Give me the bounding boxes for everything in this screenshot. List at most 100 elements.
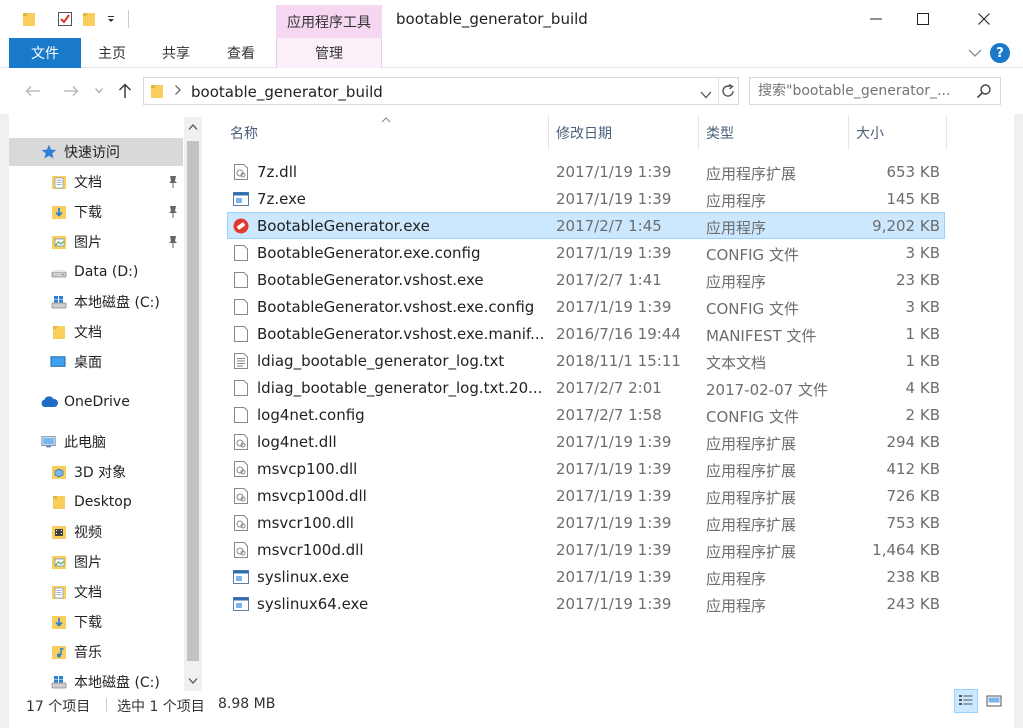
tab-share[interactable]: 共享: [149, 38, 203, 68]
nav-item-downloads[interactable]: 下载: [9, 198, 183, 226]
nav-item-label: 文档: [74, 175, 102, 191]
search-box[interactable]: [749, 77, 1001, 105]
nav-item-music[interactable]: 音乐: [9, 638, 183, 666]
app-tools-context-tab[interactable]: 应用程序工具: [276, 5, 382, 38]
nav-item-folder-documents[interactable]: 文档: [9, 318, 183, 346]
nav-item-desktop-folder[interactable]: Desktop: [9, 488, 183, 516]
file-row[interactable]: msvcp100d.dll 2017/1/19 1:39 应用程序扩展 726 …: [227, 482, 945, 509]
pin-icon[interactable]: [167, 235, 179, 249]
file-row[interactable]: syslinux64.exe 2017/1/19 1:39 应用程序 243 K…: [227, 590, 945, 617]
search-input[interactable]: [758, 82, 968, 100]
column-header-type[interactable]: 类型: [706, 116, 848, 150]
nav-quick-access[interactable]: 快速访问: [9, 138, 183, 166]
file-row[interactable]: msvcr100.dll 2017/1/19 1:39 应用程序扩展 753 K…: [227, 509, 945, 536]
nav-item-pictures[interactable]: 图片: [9, 228, 183, 256]
tab-view[interactable]: 查看: [214, 38, 268, 68]
pin-icon[interactable]: [167, 175, 179, 189]
file-row[interactable]: ldiag_bootable_generator_log.txt.20... 2…: [227, 374, 945, 401]
recent-locations-button[interactable]: [92, 80, 106, 102]
file-row[interactable]: BootableGenerator.vshost.exe 2017/2/7 1:…: [227, 266, 945, 293]
help-button[interactable]: ?: [990, 43, 1010, 63]
tab-home[interactable]: 主页: [85, 38, 139, 68]
nav-item-this-pc[interactable]: 此电脑: [9, 428, 183, 456]
file-date: 2017/1/19 1:39: [556, 433, 672, 451]
chevron-down-icon: [700, 91, 712, 99]
file-name: BootableGenerator.exe.config: [257, 244, 481, 262]
file-row[interactable]: BootableGenerator.vshost.exe.manif... 20…: [227, 320, 945, 347]
search-icon[interactable]: [976, 83, 992, 103]
file-row[interactable]: BootableGenerator.exe.config 2017/1/19 1…: [227, 239, 945, 266]
breadcrumb[interactable]: bootable_generator_build: [191, 83, 383, 101]
file-name: ldiag_bootable_generator_log.txt.20...: [257, 379, 543, 397]
file-row[interactable]: 7z.exe 2017/1/19 1:39 应用程序 145 KB: [227, 185, 945, 212]
column-divider[interactable]: [548, 116, 549, 150]
window-title: bootable_generator_build: [396, 10, 588, 28]
file-type: 应用程序: [706, 192, 767, 210]
file-row-selected[interactable]: BootableGenerator.exe 2017/2/7 1:45 应用程序…: [227, 212, 945, 239]
column-header-name[interactable]: 名称: [230, 116, 548, 150]
maximize-button[interactable]: [900, 0, 946, 38]
file-type: 文本文档: [706, 354, 767, 372]
tab-manage[interactable]: 管理: [276, 38, 382, 68]
file-name: log4net.dll: [257, 433, 337, 451]
address-dropdown-button[interactable]: [700, 87, 712, 103]
help-icon: ?: [996, 45, 1004, 61]
refresh-button[interactable]: [720, 83, 736, 103]
pictures-icon: [51, 234, 67, 250]
customize-toolbar-icon[interactable]: [102, 10, 120, 28]
nav-scrollbar-thumb[interactable]: [187, 141, 199, 661]
scroll-up-icon[interactable]: [188, 123, 198, 131]
status-bar: 17 个项目 选中 1 个项目 8.98 MB: [9, 692, 1014, 718]
tab-file[interactable]: 文件: [9, 38, 81, 68]
address-bar[interactable]: bootable_generator_build: [143, 77, 739, 105]
column-divider[interactable]: [946, 116, 947, 150]
selected-size: 8.98 MB: [218, 696, 276, 712]
file-row[interactable]: log4net.config 2017/2/7 1:58 CONFIG 文件 2…: [227, 401, 945, 428]
back-button[interactable]: [22, 80, 44, 102]
file-row[interactable]: ldiag_bootable_generator_log.txt 2018/11…: [227, 347, 945, 374]
column-header-date[interactable]: 修改日期: [556, 116, 698, 150]
up-button[interactable]: [114, 80, 136, 102]
minimize-button[interactable]: [853, 0, 899, 38]
file-date: 2017/2/7 1:58: [556, 406, 662, 424]
forward-button[interactable]: [60, 80, 82, 102]
file-row[interactable]: msvcr100d.dll 2017/1/19 1:39 应用程序扩展 1,46…: [227, 536, 945, 563]
arrow-up-icon: [119, 83, 131, 98]
nav-item-pc-pictures[interactable]: 图片: [9, 548, 183, 576]
file-row[interactable]: log4net.dll 2017/1/19 1:39 应用程序扩展 294 KB: [227, 428, 945, 455]
nav-item-desktop[interactable]: 桌面: [9, 348, 183, 376]
nav-item-pc-documents[interactable]: 文档: [9, 578, 183, 606]
new-folder-icon[interactable]: [80, 10, 98, 28]
column-header-size[interactable]: 大小: [856, 116, 946, 150]
file-row[interactable]: 7z.dll 2017/1/19 1:39 应用程序扩展 653 KB: [227, 158, 945, 185]
large-icons-view-button[interactable]: [982, 689, 1006, 713]
nav-item-3d-objects[interactable]: 3D 对象: [9, 458, 183, 486]
quick-access-toolbar: [20, 9, 129, 29]
file-type: CONFIG 文件: [706, 246, 799, 264]
nav-item-documents[interactable]: 文档: [9, 168, 183, 196]
file-row[interactable]: syslinux.exe 2017/1/19 1:39 应用程序 238 KB: [227, 563, 945, 590]
expand-ribbon-button[interactable]: [965, 45, 985, 61]
details-view-button[interactable]: [954, 689, 978, 713]
nav-item-videos[interactable]: 视频: [9, 518, 183, 546]
file-type: 应用程序扩展: [706, 435, 797, 453]
dll-icon: [234, 434, 248, 450]
breadcrumb-chevron-icon[interactable]: [174, 84, 182, 100]
nav-item-pc-local-disk-c[interactable]: 本地磁盘 (C:): [9, 668, 183, 692]
pin-icon[interactable]: [167, 205, 179, 219]
file-row[interactable]: msvcp100.dll 2017/1/19 1:39 应用程序扩展 412 K…: [227, 455, 945, 482]
file-date: 2017/1/19 1:39: [556, 244, 672, 262]
column-divider[interactable]: [698, 116, 699, 150]
properties-icon[interactable]: [56, 10, 74, 28]
scroll-down-icon[interactable]: [188, 677, 198, 685]
column-divider[interactable]: [848, 116, 849, 150]
nav-scrollbar[interactable]: [184, 117, 202, 691]
nav-item-pc-downloads[interactable]: 下载: [9, 608, 183, 636]
nav-item-local-disk-c[interactable]: 本地磁盘 (C:): [9, 288, 183, 316]
file-row[interactable]: BootableGenerator.vshost.exe.config 2017…: [227, 293, 945, 320]
close-button[interactable]: [961, 0, 1007, 38]
title-bar[interactable]: 应用程序工具 bootable_generator_build: [0, 0, 1023, 38]
nav-item-data-drive[interactable]: Data (D:): [9, 258, 183, 286]
nav-item-onedrive[interactable]: OneDrive: [9, 388, 183, 416]
file-size: 1 KB: [905, 352, 940, 370]
